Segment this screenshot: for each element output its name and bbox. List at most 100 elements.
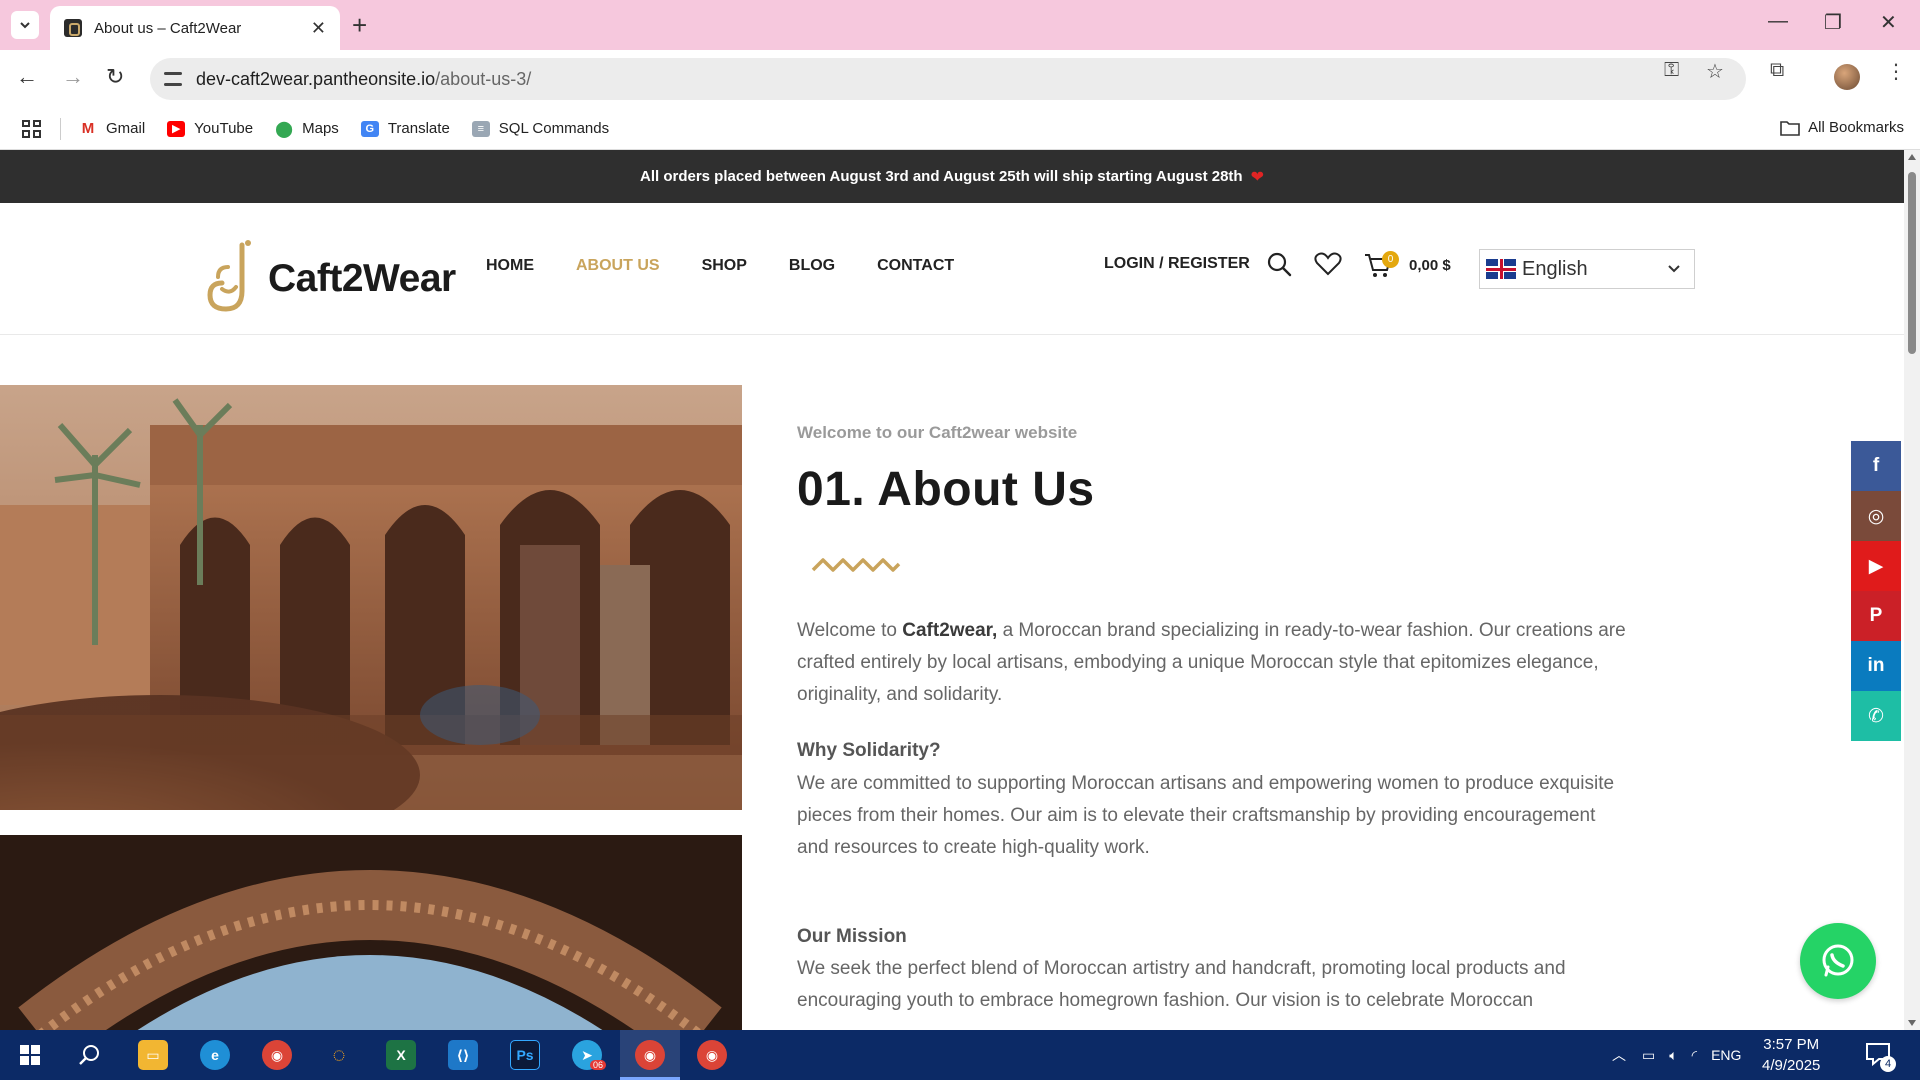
uk-flag-icon [1486, 259, 1516, 279]
cart-total[interactable]: 0,00 $ [1409, 257, 1451, 274]
chrome-profile-icon[interactable]: ◉ [635, 1040, 665, 1070]
bookmark-gmail[interactable]: M Gmail [79, 120, 145, 137]
nav-blog[interactable]: BLOG [789, 257, 835, 275]
our-mission-heading: Our Mission [797, 926, 907, 947]
pinterest-icon[interactable]: P [1851, 591, 1901, 641]
input-language[interactable]: ENG [1711, 1047, 1741, 1063]
about-kicker: Welcome to our Caft2wear website [797, 423, 1078, 442]
promo-text: All orders placed between August 3rd and… [640, 168, 1243, 185]
bookmark-maps[interactable]: ⬤ Maps [275, 120, 339, 138]
linkedin-icon[interactable]: in [1851, 641, 1901, 691]
chrome-icon[interactable]: ◉ [262, 1040, 292, 1070]
whatsapp-icon[interactable]: ✆ [1851, 691, 1901, 741]
main-navigation: HOME ABOUT US SHOP BLOG CONTACT [486, 257, 954, 275]
close-tab-icon[interactable]: ✕ [311, 18, 326, 39]
more-menu-icon[interactable]: ⋮ [1886, 59, 1906, 84]
new-tab-plus-icon[interactable]: + [352, 10, 367, 41]
bookmark-translate[interactable]: G Translate [360, 120, 450, 137]
clock-date: 4/9/2025 [1762, 1057, 1821, 1074]
nav-about-us[interactable]: ABOUT US [576, 257, 660, 275]
social-share-bar: f ◎ ▶ P in ✆ [1851, 441, 1901, 741]
taskbar-clock[interactable]: 3:57 PM 4/9/2025 [1762, 1034, 1820, 1076]
browser-tab-strip: About us – Caft2Wear ✕ + — ❐ ✕ [0, 0, 1920, 50]
all-bookmarks-button[interactable]: All Bookmarks [1780, 119, 1904, 136]
site-header: Caft2Wear HOME ABOUT US SHOP BLOG CONTAC… [0, 203, 1904, 335]
whatsapp-icon [1822, 944, 1854, 977]
instagram-icon[interactable]: ◎ [1851, 491, 1901, 541]
browser-tab[interactable]: About us – Caft2Wear ✕ [50, 6, 340, 50]
our-mission-text: We seek the perfect blend of Moroccan ar… [797, 958, 1566, 1011]
facebook-icon[interactable]: f [1851, 441, 1901, 491]
excel-icon[interactable]: X [386, 1040, 416, 1070]
windows-start-icon[interactable] [20, 1045, 40, 1065]
translate-icon: G [360, 120, 379, 137]
heart-icon: ❤ [1250, 168, 1264, 186]
sql-page-icon: ≡ [471, 120, 490, 137]
nav-shop[interactable]: SHOP [702, 257, 747, 275]
jupyter-icon[interactable]: ◌ [324, 1040, 354, 1070]
bookmark-youtube[interactable]: ▶ YouTube [167, 120, 253, 137]
address-bar[interactable]: dev-caft2wear.pantheonsite.io/about-us-3… [150, 58, 1746, 100]
folder-icon [1780, 120, 1800, 136]
system-tray: ︿ ▭ 🔈︎ ◜ ENG [1612, 1030, 1741, 1080]
back-arrow-icon[interactable]: ← [16, 64, 38, 90]
search-icon[interactable] [79, 1044, 101, 1066]
arch-illustration [0, 835, 742, 1030]
page-title: 01. About Us [797, 463, 1095, 516]
whatsapp-chat-button[interactable] [1800, 923, 1876, 999]
bookmark-sql-commands[interactable]: ≡ SQL Commands [471, 120, 609, 137]
vscode-icon[interactable]: ⟨⟩ [448, 1040, 478, 1070]
password-key-icon[interactable]: ⚿ [1664, 59, 1679, 82]
site-settings-icon[interactable] [164, 70, 182, 88]
url-host: dev-caft2wear.pantheonsite.io [196, 68, 436, 89]
bookmarks-bar: M Gmail ▶ YouTube ⬤ Maps G Translate ≡ SQL Co… [0, 108, 1920, 150]
why-solidarity-text: We are committed to supporting Moroccan … [797, 773, 1615, 858]
logo-text: Caft2Wear [268, 257, 456, 300]
language-selected: English [1522, 257, 1588, 280]
login-register-link[interactable]: LOGIN / REGISTER [1104, 255, 1250, 273]
wifi-icon[interactable]: ◜ [1692, 1047, 1697, 1064]
courtyard-illustration [0, 385, 742, 810]
youtube-icon[interactable]: ▶ [1851, 541, 1901, 591]
extensions-puzzle-icon[interactable]: ⧉ [1770, 59, 1784, 82]
restore-icon[interactable]: ❐ [1824, 10, 1842, 35]
url-path: /about-us-3/ [435, 68, 532, 89]
page-scrollbar[interactable] [1904, 150, 1920, 1030]
battery-icon[interactable]: ▭ [1642, 1047, 1655, 1064]
tab-title: About us – Caft2Wear [94, 19, 242, 37]
why-solidarity-heading: Why Solidarity? [797, 740, 941, 761]
zigzag-divider-icon [811, 558, 901, 572]
wishlist-heart-icon[interactable] [1314, 252, 1342, 276]
intro-paragraph: Welcome to Caft2wear, a Moroccan brand s… [797, 620, 1626, 705]
forward-arrow-icon[interactable]: → [62, 64, 84, 90]
youtube-icon: ▶ [167, 120, 186, 137]
profile-avatar[interactable] [1834, 64, 1860, 90]
nav-contact[interactable]: CONTACT [877, 257, 954, 275]
edge-icon[interactable]: e [200, 1040, 230, 1070]
chevron-down-icon [1668, 265, 1680, 273]
telegram-badge: 06 [590, 1060, 607, 1070]
tray-expand-icon[interactable]: ︿ [1612, 1045, 1626, 1065]
notification-count: 4 [1880, 1056, 1896, 1072]
apps-grid-icon[interactable] [22, 119, 42, 138]
web-page: All orders placed between August 3rd and… [0, 150, 1904, 1030]
minimize-icon[interactable]: — [1768, 10, 1788, 33]
site-logo[interactable]: Caft2Wear [204, 237, 456, 321]
file-explorer-icon[interactable]: ▭ [138, 1040, 168, 1070]
photoshop-icon[interactable]: Ps [510, 1040, 540, 1070]
cart-count-badge: 0 [1382, 251, 1399, 268]
logo-emblem-icon [207, 240, 251, 312]
tab-search-button[interactable] [11, 11, 39, 39]
scrollbar-thumb[interactable] [1908, 172, 1916, 354]
close-window-icon[interactable]: ✕ [1880, 10, 1897, 35]
language-select[interactable]: English [1479, 249, 1695, 289]
nav-home[interactable]: HOME [486, 257, 534, 275]
reload-icon[interactable]: ↻ [106, 64, 124, 90]
brand-name: Caft2wear, [902, 620, 998, 641]
browser-toolbar: ← → ↻ dev-caft2wear.pantheonsite.io/abou… [0, 50, 1920, 108]
search-icon[interactable] [1266, 251, 1292, 277]
promo-banner: All orders placed between August 3rd and… [0, 150, 1904, 203]
bookmark-star-icon[interactable]: ☆ [1706, 59, 1724, 84]
volume-icon[interactable]: 🔈︎ [1669, 1047, 1677, 1064]
chrome-window-icon[interactable]: ◉ [697, 1040, 727, 1070]
